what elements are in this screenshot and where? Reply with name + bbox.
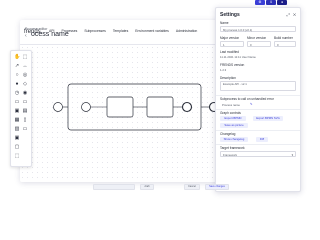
group-icon[interactable]: ▭ [22,126,28,132]
last-modified-value: 11.11.2021 11:11 User Name [220,55,256,59]
divider [216,109,300,110]
stage-label: draft [140,184,154,190]
export-bpmn-button[interactable]: Export BPMN [220,116,246,121]
description-label: Description [220,76,236,80]
lasso-tool-icon[interactable]: ⬚ [22,54,28,60]
export-bpmn-svg-button[interactable]: Export BPMN SVG [253,116,283,121]
gateway-icon[interactable]: ◇ [22,81,28,87]
divider [216,144,300,145]
last-modified-label: Last modified [220,50,239,54]
bottom-bar: draft Cancel Save changes [93,184,229,190]
error-event-icon[interactable]: ◉ [22,90,28,96]
show-changelog-button[interactable]: Show changelog [220,137,248,142]
graph-controls-label: Graph controls [220,111,241,115]
layers-icon[interactable]: ▢ [14,144,20,150]
name-input[interactable]: My process 1.0.0 (v2.1) [220,26,296,32]
divider [216,95,300,96]
connect-tool-icon[interactable]: ↗ [14,63,20,69]
end-event-icon[interactable]: ● [14,81,20,87]
major-version-label: Major version [220,36,240,40]
close-icon[interactable]: ✕ [293,12,297,17]
settings-panel: Settings ⤢ ✕ Name My process 1.0.0 (v2.1… [215,7,301,192]
frends-version-label: FRENDS version [220,63,245,67]
start-event [53,102,63,112]
minor-version-label: Minor version [247,36,267,40]
search-input[interactable] [93,184,135,190]
name-label: Name [220,21,229,25]
frends-version-value: 1.2.3 [220,68,227,72]
shape-toolbox: ✋ ⬚ ↗ ↔ ○ ◎ ● ◇ ◷ ◉ ▭ ▭ ▣ ▤ ▦ ▯ ▥ ▭ ▣ ▢ … [10,50,32,167]
build-number-input[interactable]: 0 [274,41,296,47]
script-task-icon[interactable]: ▤ [22,108,28,114]
annotation-icon[interactable]: ▥ [14,126,20,132]
edit-icon[interactable]: ✎ [250,102,252,106]
diff-button[interactable]: Diff [256,137,268,142]
divider [216,130,300,131]
task-icon[interactable]: ▭ [14,99,20,105]
description-textarea[interactable]: Example API - v2.1 [220,81,296,91]
subprocess-icon[interactable]: ▭ [22,99,28,105]
info-tab[interactable]: ℹ [266,0,276,5]
start-event-icon[interactable]: ○ [14,72,20,78]
cancel-button[interactable]: Cancel [184,184,200,190]
timer-event-icon[interactable]: ◷ [14,90,20,96]
target-framework-label: Target framework [220,146,245,150]
settings-tab[interactable]: ⚙ [255,0,265,5]
subprocess-error-value[interactable]: Process name [222,103,240,107]
build-number-label: Build number [274,36,293,40]
target-framework-value: Framework [223,153,237,157]
changelog-label: Changelog [220,132,236,136]
minor-version-input[interactable]: 0 [247,41,271,47]
chevron-down-icon: ▾ [291,153,293,157]
task-1 [106,96,134,118]
expand-icon[interactable]: ⤢ [287,12,291,17]
frame-icon[interactable]: ⬚ [14,153,20,159]
target-framework-select[interactable]: Framework ▾ [220,151,296,157]
save-as-picture-button[interactable]: Save as picture [220,123,248,128]
panel-controls: ⤢ ✕ [287,12,297,17]
space-tool-icon[interactable]: ↔ [22,63,28,69]
data-object-icon[interactable]: ▯ [22,117,28,123]
settings-title: Settings [220,12,240,18]
inner-start-event [81,102,91,112]
call-activity-icon[interactable]: ▣ [14,108,20,114]
hand-tool-icon[interactable]: ✋ [14,54,20,60]
task-2 [146,96,174,118]
inner-end-event [181,101,193,113]
subprocess-error-label: Subprocess to call on unhandled error [220,97,274,101]
major-version-input[interactable]: 1 [220,41,244,47]
expand-icon[interactable]: ▣ [14,135,20,141]
save-changes-button[interactable]: Save changes [205,184,229,190]
intermediate-event-icon[interactable]: ◎ [22,72,28,78]
code-task-icon[interactable]: ▦ [14,117,20,123]
panel-tabs: ⚙ ℹ ● [255,0,287,5]
user-tab[interactable]: ● [277,0,287,5]
